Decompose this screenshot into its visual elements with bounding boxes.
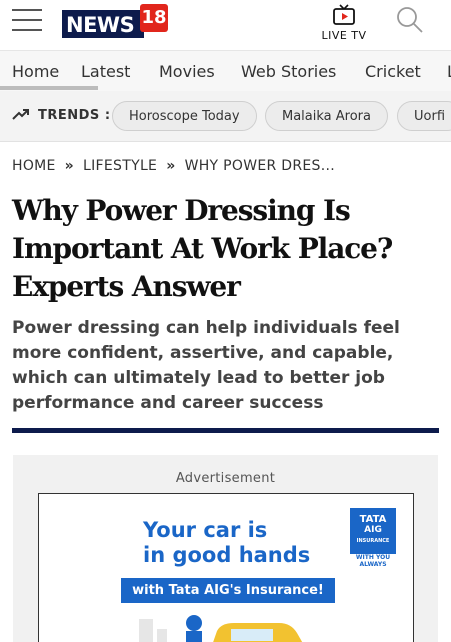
live-tv-label: LIVE TV (321, 29, 367, 42)
live-tv-icon (333, 4, 355, 25)
live-tv-button[interactable]: LIVE TV (318, 4, 370, 42)
headline-divider (12, 428, 439, 433)
trending-icon (12, 109, 29, 120)
news18-logo[interactable]: NEWS 18 (62, 4, 168, 38)
breadcrumb-lifestyle[interactable]: LIFESTYLE (83, 158, 157, 174)
nav-item-more[interactable]: L (447, 62, 451, 81)
tata-aig-logo: TATA AIG INSURANCE (350, 508, 396, 554)
nav-item-home[interactable]: Home (12, 62, 59, 81)
search-icon[interactable] (396, 6, 424, 38)
ad-headline-line2: in good hands (143, 543, 311, 567)
article-summary: Power dressing can help individuals feel… (12, 318, 400, 413)
breadcrumb-home[interactable]: HOME (12, 158, 56, 174)
breadcrumb-current: WHY POWER DRES... (184, 158, 335, 174)
logo-word: NEWS (66, 13, 135, 37)
site-header: NEWS 18 LIVE TV (0, 0, 451, 50)
nav-item-latest[interactable]: Latest (81, 62, 130, 81)
trend-chip[interactable]: Malaika Arora (265, 101, 388, 131)
ad-banner[interactable]: Your car is in good hands with Tata AIG'… (38, 493, 414, 642)
trends-bar: TRENDS : Horoscope Today Malaika Arora U… (0, 91, 451, 142)
breadcrumb-separator: » (64, 158, 75, 174)
main-nav: Home Latest Movies Web Stories Cricket L (0, 50, 451, 92)
ad-headline-line1: Your car is (143, 518, 268, 542)
trends-label: TRENDS : (38, 108, 111, 123)
trend-chip[interactable]: Uorfi (397, 101, 451, 131)
car-illustration (139, 615, 303, 642)
advertisement-container: Advertisement Your car is in good hands … (13, 455, 438, 642)
tata-logo-line1: TATA (359, 514, 387, 525)
hamburger-menu-icon[interactable] (12, 9, 42, 31)
logo-number: 18 (140, 4, 168, 32)
tata-aig-tagline: WITH YOU ALWAYS (355, 554, 391, 568)
nav-active-indicator (0, 86, 98, 90)
nav-item-cricket[interactable]: Cricket (365, 62, 421, 81)
advertisement-label: Advertisement (175, 471, 276, 486)
breadcrumb: HOME » LIFESTYLE » WHY POWER DRES... (12, 158, 335, 174)
trend-chip[interactable]: Horoscope Today (112, 101, 257, 131)
nav-item-movies[interactable]: Movies (159, 62, 215, 81)
tata-logo-line2: AIG (364, 525, 382, 535)
nav-item-web-stories[interactable]: Web Stories (241, 62, 336, 81)
article-headline: Why Power Dressing Is Important At Work … (12, 194, 393, 303)
breadcrumb-separator: » (166, 158, 176, 174)
tata-logo-line3: INSURANCE (356, 538, 390, 544)
ad-tagline-band: with Tata AIG's Insurance! (121, 578, 335, 603)
